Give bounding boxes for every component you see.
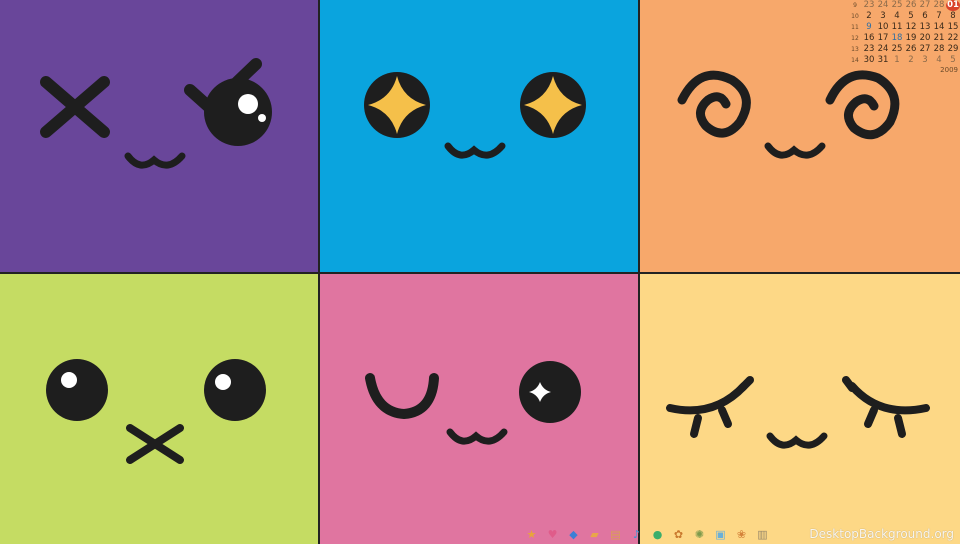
calendar-day[interactable]: 31: [876, 55, 890, 66]
face-tile-green: [0, 274, 318, 544]
calendar-day[interactable]: 20: [918, 33, 932, 44]
gear-icon[interactable]: ✺: [690, 526, 709, 543]
calendar-day[interactable]: 25: [890, 0, 904, 11]
calendar-day[interactable]: 3: [918, 55, 932, 66]
trash-icon[interactable]: ▥: [753, 526, 772, 543]
face-sleepy-eyes: [640, 274, 960, 544]
calendar-week-row: 9 10 11 12 13 14 15: [862, 22, 960, 33]
calendar-day[interactable]: 28: [932, 0, 946, 11]
calendar-day[interactable]: 24: [876, 44, 890, 55]
calendar-day[interactable]: 17: [876, 33, 890, 44]
calendar-day[interactable]: 13: [918, 22, 932, 33]
calendar-day[interactable]: 2: [862, 11, 876, 22]
calendar-day[interactable]: 11: [890, 22, 904, 33]
calendar-day-today[interactable]: 01: [946, 0, 960, 11]
calendar-week-row: 16 17 18 19 20 21 22: [862, 33, 960, 44]
week-number: 13: [851, 46, 859, 53]
face-round-eyes: [0, 274, 318, 544]
calendar-week-row: 30 31 1 2 3 4 5: [862, 55, 960, 66]
calendar-day[interactable]: 3: [876, 11, 890, 22]
calendar-day-grid: 23 24 25 26 27 28 01 2 3 4 5 6 7 8 9 10 …: [862, 0, 960, 66]
face-wink-smile: [320, 274, 638, 544]
music-icon[interactable]: ♪: [627, 526, 646, 543]
calendar-day[interactable]: 24: [876, 0, 890, 11]
calendar-day[interactable]: 27: [918, 0, 932, 11]
calendar-day[interactable]: 29: [946, 44, 960, 55]
face-tile-blue: [320, 0, 638, 272]
calendar-day[interactable]: 5: [946, 55, 960, 66]
calendar-day[interactable]: 9: [862, 22, 876, 33]
pet-icon[interactable]: ✿: [669, 526, 688, 543]
calendar-week-row: 2 3 4 5 6 7 8: [862, 11, 960, 22]
calendar-day[interactable]: 10: [876, 22, 890, 33]
face-tile-pink: [320, 274, 638, 544]
calendar-day[interactable]: 27: [918, 44, 932, 55]
folder-icon[interactable]: ▰: [585, 526, 604, 543]
heart-icon[interactable]: ♥: [543, 526, 562, 543]
star-icon[interactable]: ★: [522, 526, 541, 543]
calendar-day[interactable]: 5: [904, 11, 918, 22]
calendar-day[interactable]: 4: [932, 55, 946, 66]
week-number: 9: [853, 2, 857, 9]
calendar-day[interactable]: 14: [932, 22, 946, 33]
calendar-day[interactable]: 30: [862, 55, 876, 66]
calendar-week-row: 23 24 25 26 27 28 29: [862, 44, 960, 55]
calendar-day[interactable]: 2: [904, 55, 918, 66]
calendar-day[interactable]: 16: [862, 33, 876, 44]
calendar-day[interactable]: 18: [890, 33, 904, 44]
calendar-day[interactable]: 8: [946, 11, 960, 22]
calendar-day[interactable]: 15: [946, 22, 960, 33]
face-tile-yellow: [640, 274, 960, 544]
calendar-day[interactable]: 12: [904, 22, 918, 33]
calendar-week-numbers: 9 10 11 12 13 14: [850, 0, 860, 66]
calendar-day[interactable]: 6: [918, 11, 932, 22]
calendar-day[interactable]: 19: [904, 33, 918, 44]
document-icon[interactable]: ▤: [606, 526, 625, 543]
face-x-wink: [0, 0, 318, 272]
globe-icon[interactable]: ●: [648, 526, 667, 543]
calendar-day[interactable]: 26: [904, 0, 918, 11]
calendar-day[interactable]: 23: [862, 0, 876, 11]
blue-app-icon[interactable]: ◆: [564, 526, 583, 543]
calendar-week-row: 23 24 25 26 27 28 01: [862, 0, 960, 11]
calendar-day[interactable]: 1: [890, 55, 904, 66]
desktop-calendar-widget[interactable]: 9 10 11 12 13 14 23 24 25 26 27 28 01 2 …: [848, 0, 960, 76]
calendar-day[interactable]: 22: [946, 33, 960, 44]
calendar-day[interactable]: 23: [862, 44, 876, 55]
calendar-year: 2009: [940, 66, 958, 74]
week-number: 12: [851, 35, 859, 42]
calendar-day[interactable]: 25: [890, 44, 904, 55]
window-icon[interactable]: ▣: [711, 526, 730, 543]
calendar-day[interactable]: 26: [904, 44, 918, 55]
desktop-dock: ★ ♥ ◆ ▰ ▤ ♪ ● ✿ ✺ ▣ ❀ ▥: [522, 526, 772, 544]
flower-icon[interactable]: ❀: [732, 526, 751, 543]
calendar-day[interactable]: 7: [932, 11, 946, 22]
calendar-day[interactable]: 4: [890, 11, 904, 22]
week-number: 14: [851, 57, 859, 64]
calendar-day[interactable]: 28: [932, 44, 946, 55]
calendar-day[interactable]: 21: [932, 33, 946, 44]
week-number: 11: [851, 24, 859, 31]
face-tile-purple: [0, 0, 318, 272]
face-sparkle-eyes: [320, 0, 638, 272]
watermark-text: DesktopBackground.org: [809, 527, 954, 541]
week-number: 10: [851, 13, 859, 20]
